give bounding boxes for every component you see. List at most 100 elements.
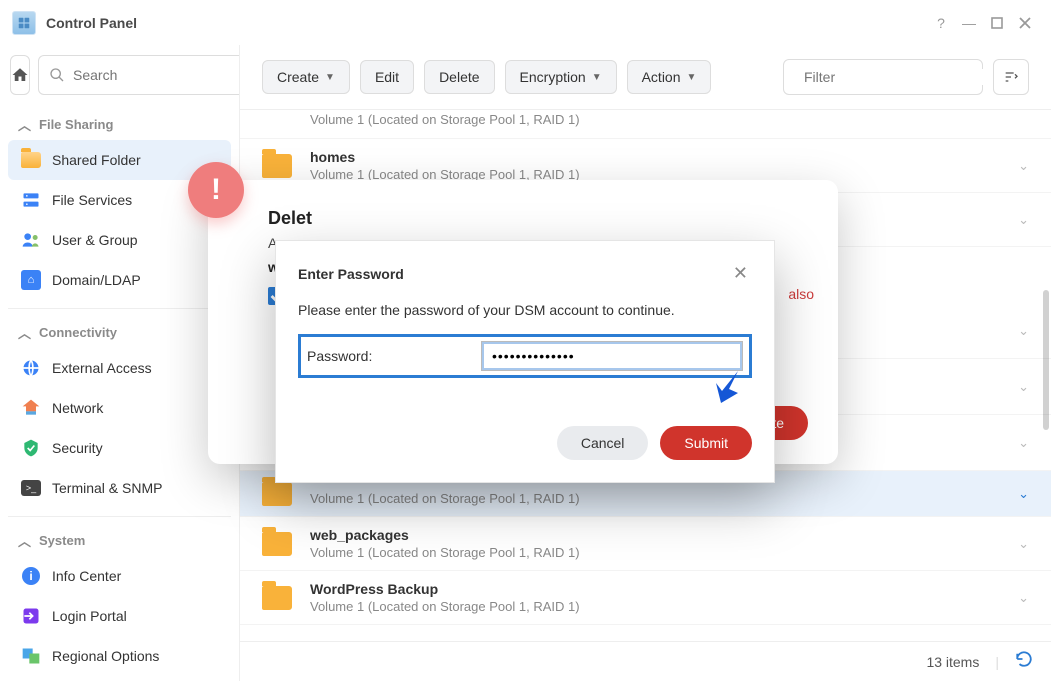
dialog-title: Enter Password — [298, 266, 404, 282]
login-icon — [20, 605, 42, 627]
chevron-down-icon[interactable]: ⌄ — [1018, 379, 1029, 395]
chevron-down-icon: ▼ — [325, 72, 335, 83]
folder-sub: Volume 1 (Located on Storage Pool 1, RAI… — [310, 545, 1000, 560]
status-bar: 13 items | — [240, 641, 1051, 681]
sidebar-item-info-center[interactable]: i Info Center — [8, 556, 231, 596]
filter-input[interactable] — [804, 69, 985, 85]
list-item[interactable]: Volume 1 (Located on Storage Pool 1, RAI… — [240, 110, 1051, 139]
chevron-down-icon[interactable]: ⌄ — [1018, 158, 1029, 174]
folder-icon — [262, 154, 292, 178]
password-dialog: Enter Password ✕ Please enter the passwo… — [275, 240, 775, 483]
edit-button[interactable]: Edit — [360, 60, 414, 94]
shield-icon — [20, 437, 42, 459]
sidebar-item-label: Login Portal — [52, 608, 127, 624]
encryption-button[interactable]: Encryption▼ — [505, 60, 617, 94]
group-label: Connectivity — [39, 325, 117, 340]
sidebar-item-label: Terminal & SNMP — [52, 480, 162, 496]
search-input[interactable] — [73, 67, 240, 83]
create-button[interactable]: Create▼ — [262, 60, 350, 94]
group-header-file-sharing[interactable]: ︿ File Sharing — [8, 109, 231, 140]
terminal-icon: >_ — [20, 477, 42, 499]
password-input[interactable] — [481, 341, 743, 371]
dialog-message: Please enter the password of your DSM ac… — [298, 302, 752, 318]
sidebar-item-label: Shared Folder — [52, 152, 141, 168]
sort-icon — [1003, 69, 1019, 85]
minimize-button[interactable]: — — [955, 9, 983, 37]
filter-field[interactable] — [783, 59, 983, 95]
dialog-title: Delet — [268, 208, 808, 229]
chevron-down-icon[interactable]: ⌄ — [1018, 486, 1029, 502]
refresh-button[interactable] — [1015, 650, 1033, 673]
app-icon — [12, 11, 36, 35]
item-count: 13 items — [926, 654, 979, 670]
maximize-button[interactable] — [983, 9, 1011, 37]
delete-button[interactable]: Delete — [424, 60, 494, 94]
folder-sub: Volume 1 (Located on Storage Pool 1, RAI… — [310, 599, 1000, 614]
folder-icon — [262, 532, 292, 556]
chevron-up-icon: ︿ — [18, 115, 31, 134]
search-field[interactable] — [38, 55, 240, 95]
sidebar-item-terminal-snmp[interactable]: >_ Terminal & SNMP — [8, 468, 231, 508]
sidebar-item-label: Regional Options — [52, 648, 159, 664]
group-header-connectivity[interactable]: ︿ Connectivity — [8, 317, 231, 348]
group-label: System — [39, 533, 85, 548]
users-icon — [20, 229, 42, 251]
chevron-down-icon[interactable]: ⌄ — [1018, 212, 1029, 228]
network-icon — [20, 397, 42, 419]
sidebar-item-label: Security — [52, 440, 103, 456]
divider — [8, 308, 231, 309]
sidebar-item-label: User & Group — [52, 232, 138, 248]
sidebar-item-network[interactable]: Network — [8, 388, 231, 428]
chevron-down-icon[interactable]: ⌄ — [1018, 435, 1029, 451]
folder-icon — [262, 586, 292, 610]
sidebar-item-security[interactable]: Security — [8, 428, 231, 468]
password-field-row: Password: — [298, 334, 752, 378]
home-button[interactable] — [10, 55, 30, 95]
chevron-down-icon: ▼ — [592, 72, 602, 83]
services-icon — [20, 189, 42, 211]
chevron-down-icon[interactable]: ⌄ — [1018, 590, 1029, 606]
sidebar-item-label: Domain/LDAP — [52, 272, 141, 288]
chevron-down-icon: ▼ — [687, 72, 697, 83]
help-button[interactable]: ? — [927, 9, 955, 37]
scrollbar[interactable] — [1043, 290, 1049, 430]
list-item[interactable]: WordPress Backup Volume 1 (Located on St… — [240, 571, 1051, 625]
password-label: Password: — [307, 348, 467, 364]
search-icon — [49, 67, 65, 83]
folder-name: web_packages — [310, 527, 1000, 543]
folder-sub: Volume 1 (Located on Storage Pool 1, RAI… — [310, 491, 1000, 506]
sidebar-item-label: Info Center — [52, 568, 121, 584]
domain-icon: ⌂ — [20, 269, 42, 291]
warning-icon: ! — [188, 162, 244, 218]
divider — [8, 516, 231, 517]
folder-name: homes — [310, 149, 1000, 165]
cancel-button[interactable]: Cancel — [557, 426, 649, 460]
chevron-up-icon: ︿ — [18, 531, 31, 550]
sidebar-item-regional-options[interactable]: Regional Options — [8, 636, 231, 676]
action-button[interactable]: Action▼ — [627, 60, 712, 94]
list-item[interactable]: web_packages Volume 1 (Located on Storag… — [240, 517, 1051, 571]
window-title: Control Panel — [46, 15, 137, 31]
titlebar: Control Panel ? — — [0, 0, 1051, 45]
chevron-down-icon[interactable]: ⌄ — [1018, 536, 1029, 552]
warning-text-end: also — [788, 285, 814, 324]
close-icon[interactable]: ✕ — [729, 259, 752, 288]
group-header-system[interactable]: ︿ System — [8, 525, 231, 556]
close-button[interactable] — [1011, 9, 1039, 37]
submit-button[interactable]: Submit — [660, 426, 752, 460]
chevron-down-icon[interactable]: ⌄ — [1018, 323, 1029, 339]
globe-icon — [20, 357, 42, 379]
folder-icon — [262, 482, 292, 506]
sidebar-item-user-group[interactable]: User & Group — [8, 220, 231, 260]
sidebar-item-login-portal[interactable]: Login Portal — [8, 596, 231, 636]
toolbar: Create▼ Edit Delete Encryption▼ Action▼ — [240, 45, 1051, 109]
sort-button[interactable] — [993, 59, 1029, 95]
regional-icon — [20, 645, 42, 667]
sidebar-item-domain-ldap[interactable]: ⌂ Domain/LDAP — [8, 260, 231, 300]
sidebar-item-label: External Access — [52, 360, 152, 376]
sidebar-item-label: Network — [52, 400, 103, 416]
chevron-up-icon: ︿ — [18, 323, 31, 342]
sidebar-item-label: File Services — [52, 192, 132, 208]
sidebar-item-external-access[interactable]: External Access — [8, 348, 231, 388]
sidebar: ︿ File Sharing Shared Folder File Servic… — [0, 45, 240, 681]
